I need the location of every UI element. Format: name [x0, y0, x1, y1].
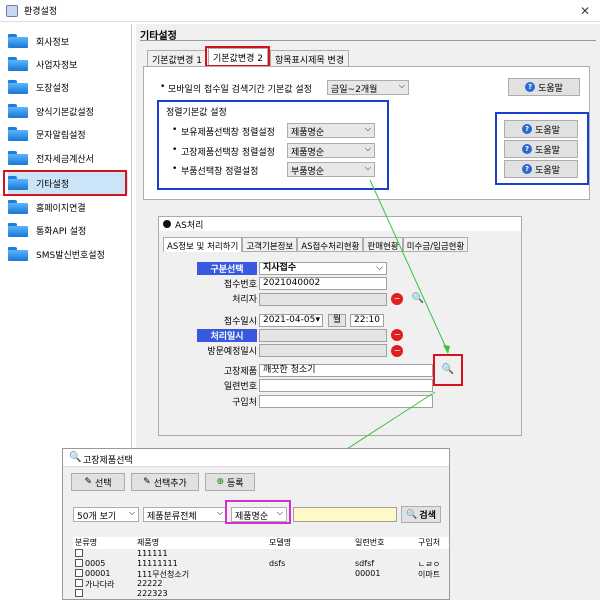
- row-checkbox[interactable]: [75, 549, 83, 557]
- page-size-select[interactable]: 50개 보기 ⌵: [73, 507, 139, 522]
- pencil-icon: ✎: [143, 477, 151, 487]
- row-checkbox[interactable]: [75, 569, 83, 577]
- product-window-titlebar: 🔍 고장제품선택: [63, 449, 449, 467]
- table-row[interactable]: 111111: [73, 549, 449, 559]
- arrow-line: [369, 179, 449, 353]
- table-header: 분류명 제품명 모델명 일련번호 구입처: [73, 537, 449, 549]
- column-header: 일련번호: [355, 538, 385, 547]
- register-button[interactable]: ⊕ 등록: [205, 473, 255, 491]
- table-row[interactable]: 00001 111무선청소기 00001 이마트: [73, 569, 449, 579]
- product-window-title: 고장제품선택: [83, 456, 133, 466]
- highlight-box-sort-filter: [225, 500, 291, 524]
- row-checkbox[interactable]: [75, 579, 83, 587]
- category-filter-select[interactable]: 제품분류전체 ⌵: [143, 507, 227, 522]
- select-add-button[interactable]: ✎ 선택추가: [131, 473, 199, 491]
- table-row[interactable]: 222323: [73, 589, 449, 599]
- select-button[interactable]: ✎ 선택: [71, 473, 125, 491]
- add-icon: ⊕: [216, 477, 224, 487]
- search-icon: 🔍: [69, 452, 82, 463]
- pencil-icon: ✎: [84, 477, 92, 487]
- product-search-input[interactable]: [293, 507, 397, 522]
- column-header: 구입처: [418, 538, 441, 547]
- column-header: 분류명: [75, 538, 98, 547]
- search-icon: 🔍: [406, 509, 418, 520]
- table-row[interactable]: 0005 11111111 dsfs sdfsf ㄴㄹㅇ: [73, 559, 449, 569]
- arrow-head: [443, 345, 450, 354]
- column-header: 모델명: [269, 538, 292, 547]
- table-row[interactable]: 가나다라 22222: [73, 579, 449, 589]
- chevron-down-icon: ⌵: [216, 508, 223, 517]
- column-header: 제품명: [137, 538, 160, 547]
- row-checkbox[interactable]: [75, 589, 83, 597]
- product-search-button[interactable]: 🔍 검색: [401, 506, 441, 523]
- product-select-window: 🔍 고장제품선택 ✎ 선택 ✎ 선택추가 ⊕ 등록 50개 보기 ⌵ 제품분류전체 ⌵ 제…: [62, 448, 450, 600]
- chevron-down-icon: ⌵: [128, 508, 135, 517]
- row-checkbox[interactable]: [75, 559, 83, 567]
